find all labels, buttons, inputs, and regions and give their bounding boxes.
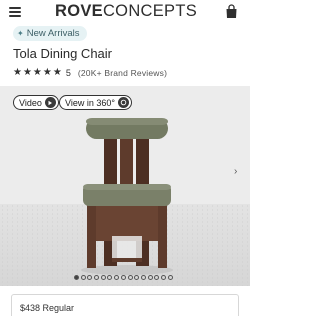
rating-stars-icon: ★★★★★ <box>13 67 63 78</box>
shopping-bag-icon[interactable] <box>225 4 238 19</box>
gallery-dot[interactable] <box>134 275 140 280</box>
video-label: Video <box>19 97 42 108</box>
badge-label: New Arrivals <box>26 28 80 39</box>
gallery-dot[interactable] <box>140 275 146 280</box>
rotate-360-icon <box>117 97 129 108</box>
price-section: $438 Regular <box>0 286 250 316</box>
gallery-pagination <box>74 275 174 280</box>
product-rating[interactable]: ★★★★★ 5 (20K+ Brand Reviews) <box>13 67 167 78</box>
product-title: Tola Dining Chair <box>13 46 112 61</box>
regular-price: $438 Regular <box>20 303 75 313</box>
gallery-dot[interactable] <box>100 275 106 280</box>
play-icon <box>44 97 56 108</box>
new-arrivals-badge: ✦ New Arrivals <box>13 26 87 41</box>
view-360-button[interactable]: View in 360° <box>59 95 132 110</box>
brand-logo-light: CONCEPTS <box>102 2 198 20</box>
gallery-dot[interactable] <box>87 275 93 280</box>
gallery-dot[interactable] <box>74 275 79 280</box>
sparkle-icon: ✦ <box>17 29 24 38</box>
gallery-dot[interactable] <box>147 275 153 280</box>
gallery-dot[interactable] <box>120 275 126 280</box>
gallery-dot[interactable] <box>114 275 120 280</box>
chair-image <box>81 118 173 275</box>
brand-logo[interactable]: ROVECONCEPTS <box>55 2 197 21</box>
top-nav: ROVECONCEPTS <box>0 0 250 24</box>
price-option[interactable]: $438 Regular <box>11 294 239 316</box>
chevron-right-icon[interactable]: › <box>234 166 237 177</box>
gallery-dot[interactable] <box>107 275 113 280</box>
rating-value: 5 <box>65 67 71 78</box>
gallery-dot[interactable] <box>160 275 166 280</box>
gallery-dot[interactable] <box>127 275 133 280</box>
product-image-gallery[interactable]: Video View in 360° › <box>0 86 250 286</box>
hamburger-menu-icon[interactable] <box>9 7 21 17</box>
review-count-link[interactable]: (20K+ Brand Reviews) <box>78 68 167 78</box>
view-360-label: View in 360° <box>65 97 115 108</box>
gallery-dot[interactable] <box>80 275 86 280</box>
gallery-dot[interactable] <box>154 275 160 280</box>
video-button[interactable]: Video <box>13 95 59 110</box>
brand-logo-bold: ROVE <box>55 2 103 20</box>
gallery-dot[interactable] <box>94 275 100 280</box>
gallery-dot[interactable] <box>167 275 173 280</box>
